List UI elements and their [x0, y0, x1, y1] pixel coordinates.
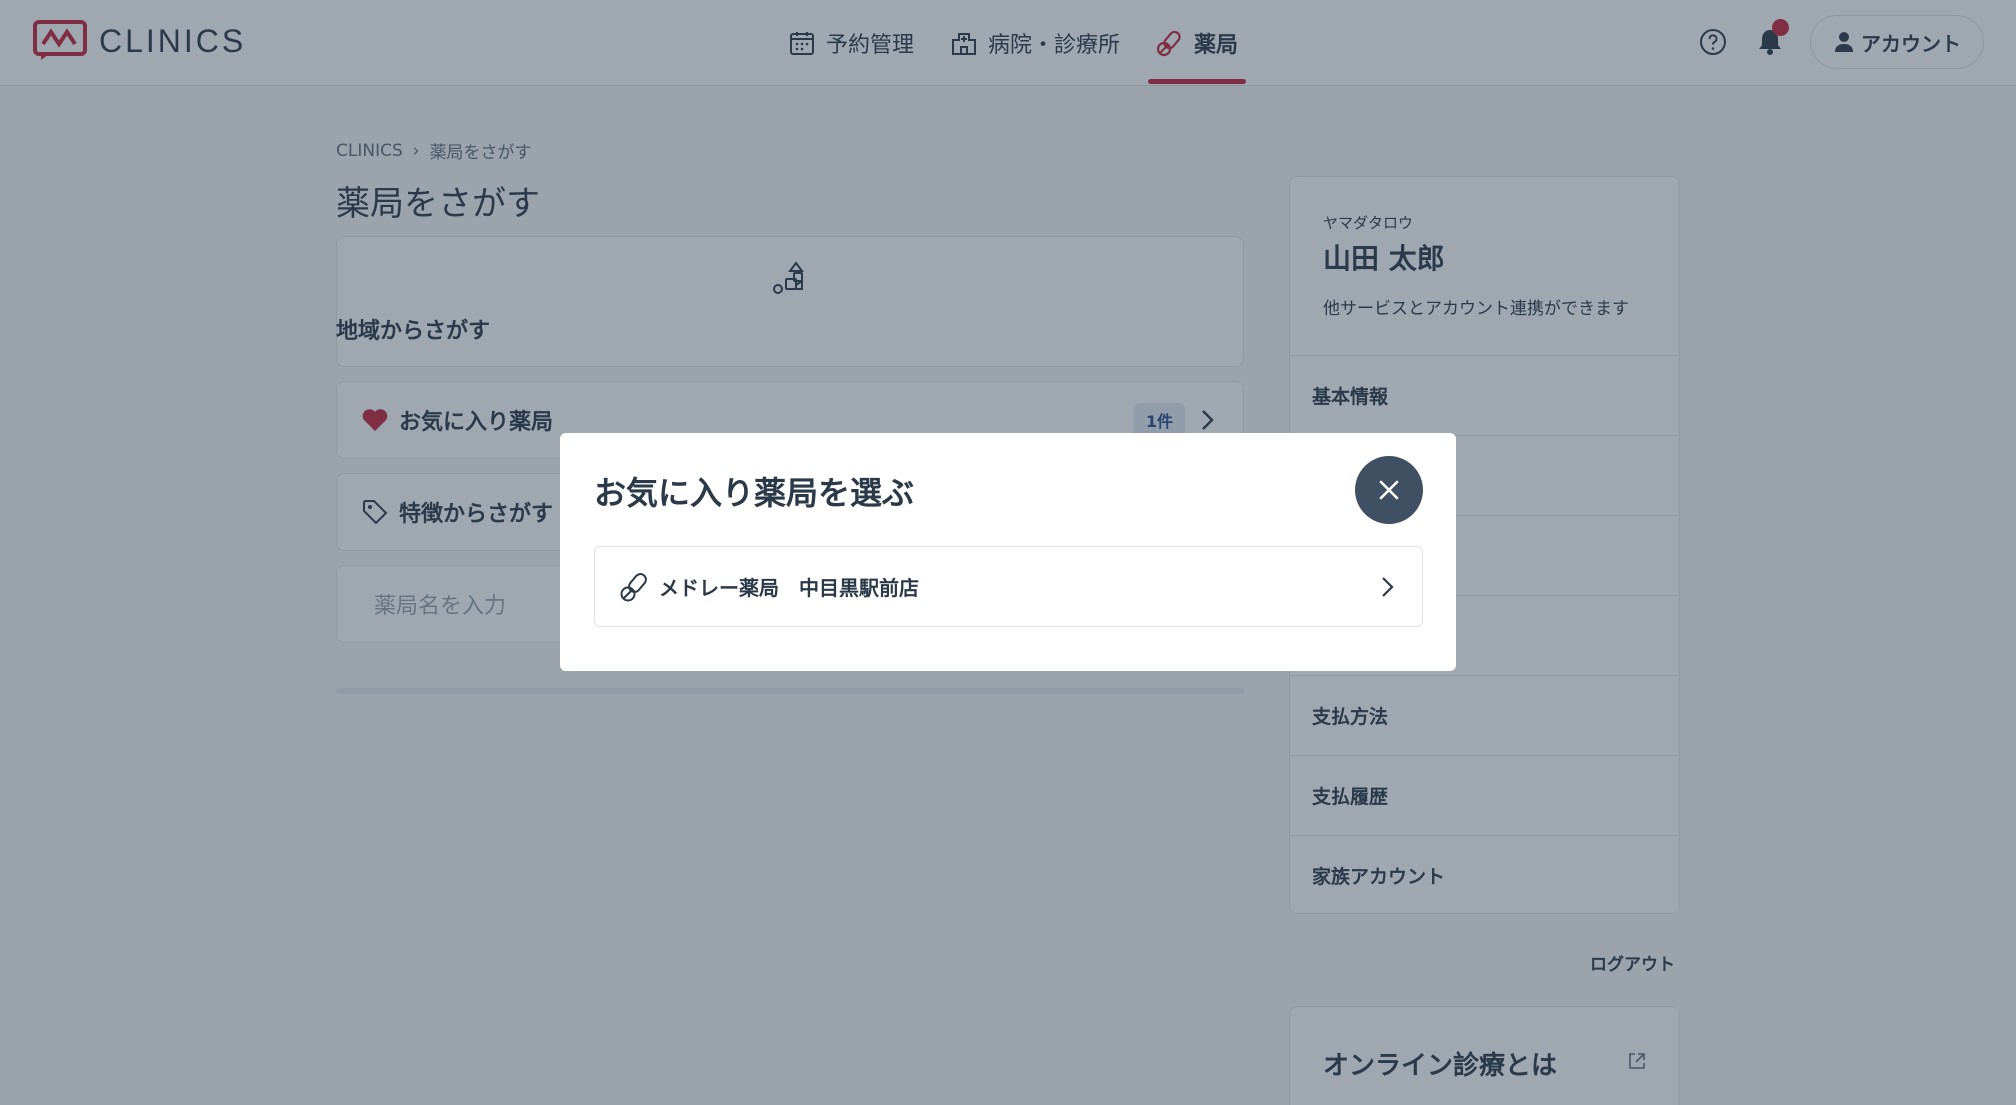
modal-title: お気に入り薬局を選ぶ	[594, 474, 915, 512]
close-icon	[1379, 480, 1399, 500]
pharmacy-list-item[interactable]: メドレー薬局 中目黒駅前店	[594, 546, 1423, 627]
pharmacy-name: メドレー薬局 中目黒駅前店	[659, 576, 919, 600]
pill-icon	[620, 572, 647, 601]
chevron-right-icon	[1382, 576, 1394, 597]
favorite-pharmacy-modal: お気に入り薬局を選ぶ メドレー薬局 中目黒駅前店	[560, 433, 1456, 671]
close-button[interactable]	[1355, 456, 1423, 524]
